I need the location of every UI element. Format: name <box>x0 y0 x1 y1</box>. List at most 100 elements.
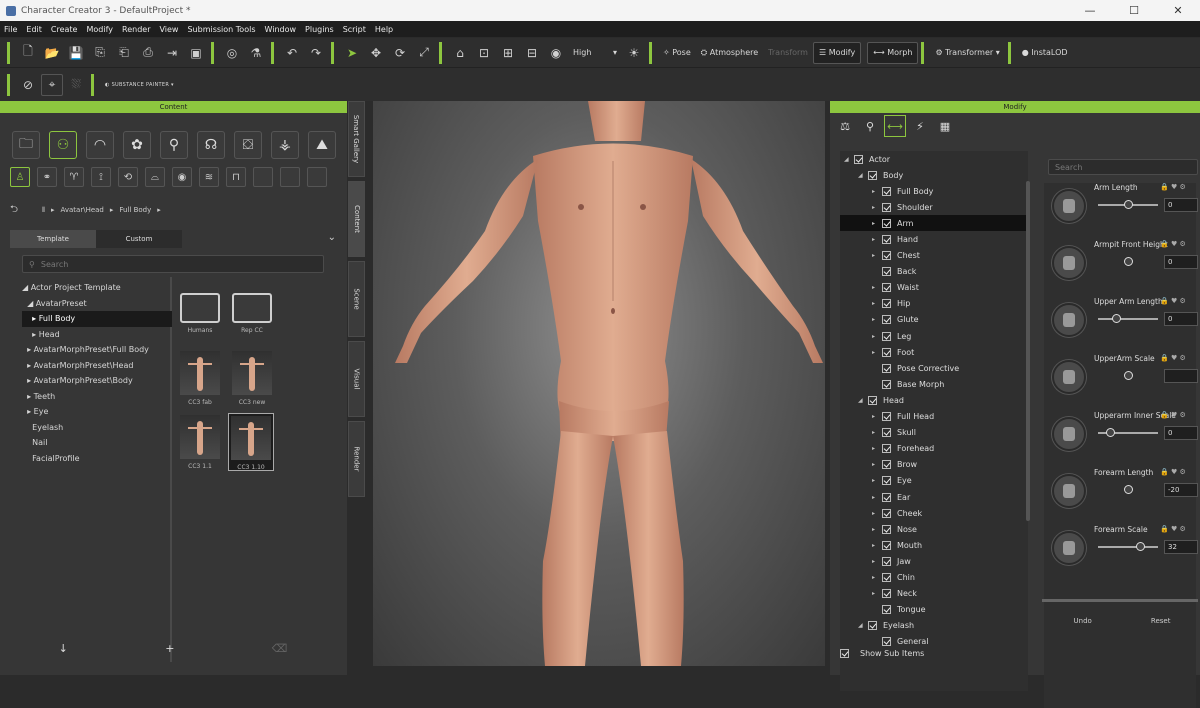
tab-template[interactable]: Template <box>10 230 96 248</box>
modify-tree-item[interactable]: Back <box>840 264 1028 280</box>
pose-button[interactable]: ✧ Pose <box>658 42 696 64</box>
checkbox[interactable] <box>882 460 891 470</box>
tab-render[interactable]: Render <box>348 421 365 497</box>
pick-tool-icon[interactable]: ⊘ <box>17 74 39 96</box>
pose-tab-icon[interactable]: ⚡ <box>909 115 931 137</box>
checkbox[interactable] <box>854 154 863 164</box>
edit-mesh-icon[interactable]: ⌖ <box>41 73 63 96</box>
content-tree-item[interactable]: ◢ Actor Project Template <box>22 280 172 296</box>
content-tree-item[interactable]: ▸ Teeth <box>22 389 172 405</box>
expand-arrow-icon[interactable]: ▸ <box>872 429 882 436</box>
tab-custom[interactable]: Custom <box>96 230 182 248</box>
expand-arrow-icon[interactable]: ▸ <box>872 445 882 452</box>
import-icon[interactable]: ⎘ <box>89 42 111 64</box>
slider-options-icon[interactable]: 🔒 ♥ ⚙ <box>1160 297 1186 305</box>
slider-handle[interactable] <box>1106 428 1115 437</box>
slider-handle[interactable] <box>1124 485 1133 494</box>
slider-handle[interactable] <box>1112 314 1121 323</box>
pose-category-icon[interactable]: ⚶ <box>271 131 299 159</box>
instalod-button[interactable]: ● InstaLOD <box>1017 42 1073 64</box>
slider-value-input[interactable]: 0 <box>1164 198 1198 212</box>
motion-tab-icon[interactable]: ⚲ <box>859 115 881 137</box>
morph-thumbnail-icon[interactable] <box>1052 246 1086 280</box>
hair-category-icon[interactable]: ◠ <box>86 131 114 159</box>
body-preset-thumbnail[interactable]: CC3 fab <box>178 351 222 406</box>
tree-scrollbar[interactable] <box>1026 181 1030 521</box>
content-tree-item[interactable]: ▸ Eye <box>22 404 172 420</box>
slider-track[interactable] <box>1098 318 1158 320</box>
modify-tree-item[interactable]: ▸ Hip <box>840 296 1028 312</box>
expand-arrow-icon[interactable]: ▸ <box>872 510 882 517</box>
cloth-icon[interactable]: ⛆ <box>65 74 87 96</box>
modify-tree-item[interactable]: Tongue <box>840 602 1028 618</box>
morph-thumbnail-icon[interactable] <box>1052 303 1086 337</box>
nail-subcat-icon[interactable]: ⊓ <box>226 167 246 187</box>
slider-options-icon[interactable]: 🔒 ♥ ⚙ <box>1160 183 1186 191</box>
content-search-input[interactable]: ⚲ Search <box>22 255 324 273</box>
slider-options-icon[interactable]: 🔒 ♥ ⚙ <box>1160 354 1186 362</box>
open-folder-icon[interactable]: 📂 <box>41 42 63 64</box>
modify-tree-item[interactable]: ▸ Brow <box>840 457 1028 473</box>
breadcrumb-item[interactable]: Avatar\Head <box>60 206 103 214</box>
modify-tree-item[interactable]: ▸ Full Body <box>840 183 1028 199</box>
slider-handle[interactable] <box>1136 542 1145 551</box>
expand-arrow-icon[interactable]: ▸ <box>872 413 882 420</box>
modify-tree-item[interactable]: ◢ Actor <box>840 151 1028 167</box>
delete-icon[interactable]: ⌫ <box>272 642 288 655</box>
expand-arrow-icon[interactable]: ▸ <box>872 526 882 533</box>
undo-icon[interactable]: ↶ <box>281 42 303 64</box>
body-preset-thumbnail-selected[interactable]: CC3 1.10 <box>228 413 274 471</box>
modify-tree-item[interactable]: ▸ Ear <box>840 489 1028 505</box>
menu-item-file[interactable]: File <box>4 25 17 34</box>
content-tree-item[interactable]: ▸ AvatarMorphPreset\Head <box>22 358 172 374</box>
export-fbx-icon[interactable]: ⇥ <box>161 42 183 64</box>
menu-item-submission-tools[interactable]: Submission Tools <box>187 25 255 34</box>
checkbox[interactable] <box>868 621 877 631</box>
modify-tree-item[interactable]: ▸ Jaw <box>840 553 1028 569</box>
checkbox[interactable] <box>868 395 877 405</box>
menu-item-create[interactable]: Create <box>51 25 78 34</box>
checkbox[interactable] <box>882 492 891 502</box>
slider-value-input[interactable] <box>1164 369 1198 383</box>
menu-item-render[interactable]: Render <box>122 25 150 34</box>
checkbox[interactable] <box>882 444 891 454</box>
folder-thumbnail[interactable]: Rep CC <box>230 293 274 347</box>
morph-button[interactable]: ⟷ Morph <box>867 41 919 64</box>
expand-arrow-icon[interactable]: ▸ <box>872 316 882 323</box>
slider-scrollbar[interactable] <box>1042 599 1198 602</box>
content-tree-item[interactable]: Nail <box>22 435 172 451</box>
modify-tree-item[interactable]: ▸ Shoulder <box>840 199 1028 215</box>
export-icon[interactable]: ⎙ <box>137 42 159 64</box>
modify-button[interactable]: ☰ Modify <box>812 41 862 64</box>
checkbox[interactable] <box>868 170 877 180</box>
move-icon[interactable]: ✥ <box>365 42 387 64</box>
checkbox[interactable] <box>882 379 891 389</box>
tab-options-icon[interactable]: ⌄ <box>328 232 336 248</box>
transformer-button[interactable]: ⚙ Transformer ▾ <box>930 42 1004 64</box>
full-body-subcat-icon[interactable]: ♙ <box>10 167 30 187</box>
checkbox[interactable] <box>882 556 891 566</box>
slider-value-input[interactable]: -20 <box>1164 483 1198 497</box>
clothing-category-icon[interactable]: ⚲ <box>160 131 188 159</box>
slider-value-input[interactable]: 0 <box>1164 312 1198 326</box>
scene-category-icon[interactable]: ⛰ <box>308 131 336 159</box>
expand-arrow-icon[interactable]: ▸ <box>872 188 882 195</box>
modify-tree-item[interactable]: ▸ Eye <box>840 473 1028 489</box>
slider-options-icon[interactable]: 🔒 ♥ ⚙ <box>1160 525 1186 533</box>
render-image-icon[interactable]: ▣ <box>185 42 207 64</box>
checkbox[interactable] <box>882 524 891 534</box>
slider-track[interactable] <box>1098 546 1158 548</box>
expand-arrow-icon[interactable]: ▸ <box>872 590 882 597</box>
expand-arrow-icon[interactable]: ▸ <box>872 252 882 259</box>
teeth-subcat-icon[interactable]: ♈ <box>64 167 84 187</box>
slider-handle[interactable] <box>1124 257 1133 266</box>
checkbox[interactable] <box>882 508 891 518</box>
checkbox[interactable] <box>882 235 891 245</box>
checkbox[interactable] <box>882 299 891 309</box>
breadcrumb-item[interactable]: Full Body <box>119 206 151 214</box>
expand-arrow-icon[interactable]: ▸ <box>872 494 882 501</box>
modify-tree-item[interactable]: ▸ Chin <box>840 569 1028 585</box>
content-tree-item[interactable]: ▸ AvatarMorphPreset\Body <box>22 373 172 389</box>
modify-tree-item[interactable]: ◢ Head <box>840 392 1028 408</box>
empty-slot-3[interactable] <box>307 167 327 187</box>
